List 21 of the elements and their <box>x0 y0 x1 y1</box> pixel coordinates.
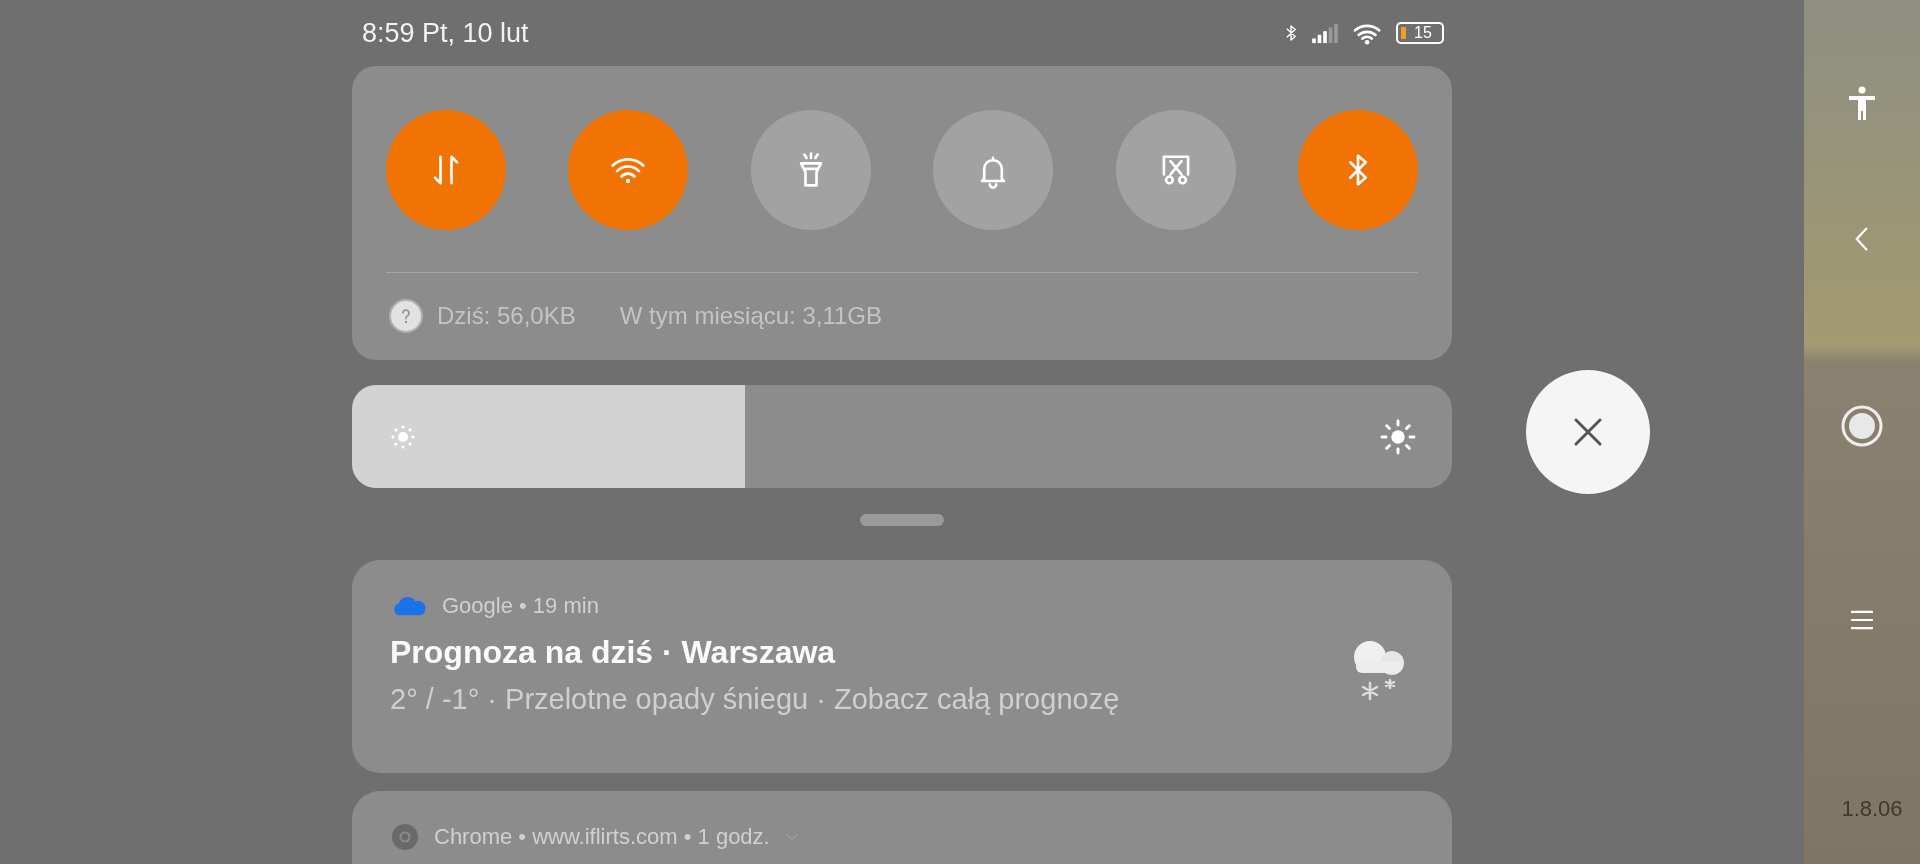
notification-card[interactable]: Google • 19 min Prognoza na dziś · Warszawa 2° / -1° · Przelotne opady śniegu · Zobacz całą prognozę <box>352 560 1452 773</box>
status-time: 8:59 Pt, 10 lut <box>362 17 529 49</box>
version-label: 1.8.06 <box>1841 796 1903 822</box>
notification-header: Chrome • www.iflirts.com • 1 godz. <box>434 824 770 850</box>
battery-charge <box>1401 27 1406 39</box>
browser-icon <box>390 822 420 852</box>
brightness-slider[interactable] <box>352 385 1452 488</box>
notification-text: 2° / -1° · Przelotne opady śniegu · Zobacz całą prognozę <box>390 683 1120 716</box>
battery-level: 15 <box>1414 25 1432 41</box>
help-icon[interactable] <box>389 299 423 333</box>
record-icon <box>1840 404 1884 448</box>
notification-header: Google • 19 min <box>442 593 599 619</box>
back-icon <box>1855 226 1869 252</box>
drag-handle[interactable] <box>860 514 944 526</box>
data-usage-month: W tym miesiącu: 3,11GB <box>619 302 883 330</box>
person-icon <box>1847 86 1877 122</box>
signal-icon <box>1310 22 1340 44</box>
notification-title: Prognoza na dziś · Warszawa <box>390 634 837 671</box>
notification-card[interactable]: Chrome • www.iflirts.com • 1 godz. <box>352 791 1452 864</box>
data-usage-today: Dziś: 56,0KB <box>437 302 576 330</box>
menu-icon <box>1850 610 1874 630</box>
